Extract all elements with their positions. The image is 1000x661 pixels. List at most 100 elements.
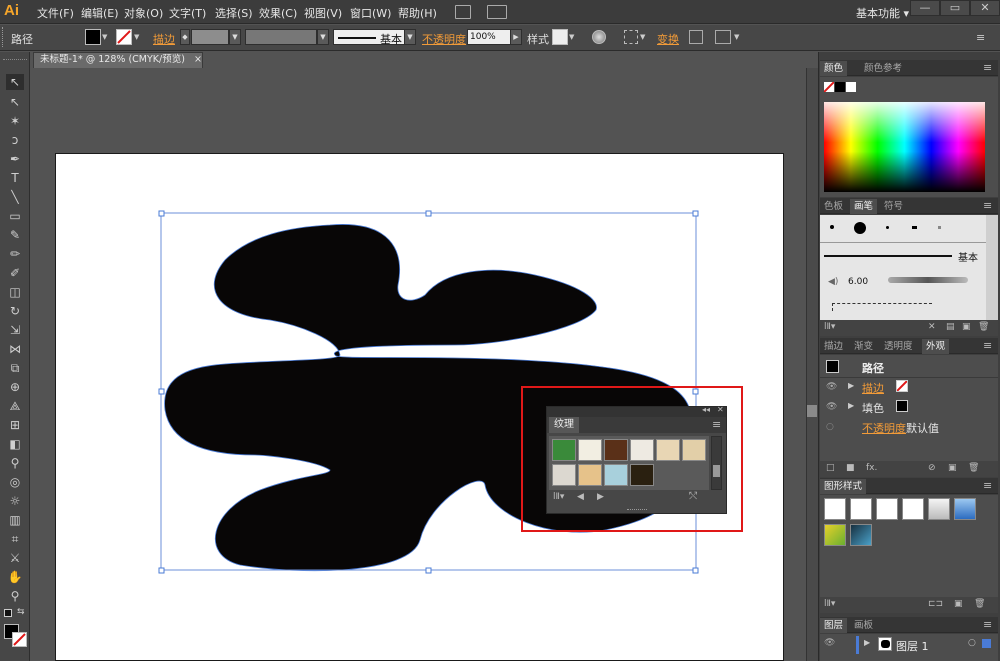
- new-style-icon[interactable]: ▣: [954, 599, 963, 609]
- expand-triangle-icon[interactable]: ▶: [848, 381, 854, 390]
- layers-panel-tabs: 图层 画板 ≡: [820, 617, 998, 633]
- tab-graphic-styles[interactable]: 图形样式: [820, 479, 867, 494]
- delete-icon[interactable]: 🗑: [978, 322, 989, 332]
- graphic-style-none[interactable]: [850, 498, 872, 520]
- bbox-handle[interactable]: [158, 567, 165, 574]
- fill-black-swatch[interactable]: [896, 400, 908, 412]
- graphic-style-blue-glow[interactable]: [954, 498, 976, 520]
- brushes-panel: 基本 ◀) 6.00: [820, 215, 998, 320]
- tab-symbols[interactable]: 符号: [880, 199, 907, 214]
- clear-appearance-icon[interactable]: ⊘: [928, 463, 936, 473]
- panel-menu-icon[interactable]: ≡: [983, 199, 992, 212]
- bbox-handle[interactable]: [692, 210, 699, 217]
- graphic-styles-footer: lⅡ▾ ⊏⊐ ▣ 🗑: [820, 597, 998, 613]
- tab-color-guide[interactable]: 颜色参考: [860, 61, 906, 76]
- color-spectrum[interactable]: [824, 102, 985, 192]
- none-slash-icon: [896, 380, 908, 392]
- panel-menu-icon[interactable]: ≡: [983, 479, 992, 492]
- target-circle-icon[interactable]: ○: [968, 638, 976, 648]
- graphic-style-shadow[interactable]: [928, 498, 950, 520]
- delete-icon[interactable]: 🗑: [968, 463, 979, 473]
- layer-thumbnail-shape: [881, 640, 890, 648]
- graphic-style-teal[interactable]: [850, 524, 872, 546]
- brush-dot-large[interactable]: [854, 222, 866, 234]
- appearance-footer: □ ■ fx. ⊘ ▣ 🗑: [820, 461, 998, 477]
- eye-icon[interactable]: 👁: [824, 638, 835, 648]
- selection-indicator[interactable]: [982, 639, 991, 648]
- appearance-opacity-link[interactable]: 不透明度: [862, 420, 906, 436]
- bbox-handle[interactable]: [425, 567, 432, 574]
- graphic-style-yellow-green[interactable]: [824, 524, 846, 546]
- bbox-handle[interactable]: [692, 567, 699, 574]
- panel-menu-icon[interactable]: ≡: [983, 618, 992, 631]
- black-swatch[interactable]: [835, 82, 845, 92]
- new-brush-icon[interactable]: ▣: [962, 322, 971, 332]
- add-fill-icon[interactable]: ■: [846, 463, 855, 473]
- vertical-scrollbar[interactable]: [806, 68, 818, 661]
- panel-menu-icon[interactable]: ≡: [983, 61, 992, 74]
- eye-icon[interactable]: ○: [826, 422, 834, 432]
- basic-brush-label: 基本: [958, 253, 978, 264]
- highlight-annotation: [521, 386, 743, 532]
- tab-appearance[interactable]: 外观: [922, 339, 950, 354]
- expand-triangle-icon[interactable]: ▶: [864, 638, 870, 647]
- tab-color[interactable]: 颜色: [820, 61, 848, 76]
- duplicate-icon[interactable]: ▣: [948, 463, 957, 473]
- eye-icon[interactable]: 👁: [826, 402, 837, 412]
- brushes-scrollbar[interactable]: [986, 215, 998, 320]
- break-link-icon[interactable]: ⊏⊐: [928, 599, 943, 609]
- tab-gradient[interactable]: 渐变: [850, 339, 877, 354]
- appearance-title: 路径: [862, 362, 884, 375]
- bbox-handle[interactable]: [158, 210, 165, 217]
- delete-icon[interactable]: 🗑: [974, 599, 985, 609]
- minimize-button[interactable]: —: [910, 0, 940, 16]
- brush-panel-tabs: 色板 画笔 符号 ≡: [820, 198, 998, 214]
- panel-menu-icon[interactable]: ≡: [983, 339, 992, 352]
- tab-layers[interactable]: 图层: [820, 618, 848, 633]
- brush-dot-grey[interactable]: [938, 226, 941, 229]
- appearance-stroke-link[interactable]: 描边: [862, 380, 884, 396]
- tab-stroke[interactable]: 描边: [820, 339, 847, 354]
- add-effect-icon[interactable]: fx.: [866, 463, 877, 473]
- tab-artboards[interactable]: 画板: [850, 618, 877, 633]
- graphic-style-white[interactable]: [876, 498, 898, 520]
- brush-dot-tiny[interactable]: [886, 226, 889, 229]
- graphic-styles-tabs: 图形样式 ≡: [820, 478, 998, 494]
- tab-brushes[interactable]: 画笔: [850, 199, 878, 214]
- library-menu-icon[interactable]: lⅡ▾: [824, 599, 835, 609]
- eye-icon[interactable]: 👁: [826, 382, 837, 392]
- white-swatch[interactable]: [846, 82, 856, 92]
- panel-menu-icon[interactable]: ≡: [976, 31, 985, 44]
- options-icon[interactable]: ▤: [946, 322, 955, 332]
- remove-stroke-icon[interactable]: ✕: [928, 322, 936, 332]
- scrollbar-thumb[interactable]: [807, 405, 817, 417]
- graphic-style-default[interactable]: [824, 498, 846, 520]
- appearance-opacity-value: 默认值: [906, 422, 939, 435]
- appearance-fill-label[interactable]: 填色: [862, 400, 884, 416]
- tab-transparency[interactable]: 透明度: [880, 339, 917, 354]
- tab-swatches[interactable]: 色板: [820, 199, 847, 214]
- artwork-layer: [158, 210, 699, 574]
- none-swatch[interactable]: [823, 81, 835, 93]
- brush-dot-small[interactable]: [830, 225, 834, 229]
- workspace-switcher[interactable]: 基本功能 ▾: [856, 5, 909, 21]
- expand-triangle-icon[interactable]: ▶: [848, 401, 854, 410]
- charcoal-brush-stroke[interactable]: [888, 277, 968, 283]
- path-thumbnail: [826, 360, 839, 373]
- layer-color-bar: [856, 636, 859, 654]
- stroke-none-swatch[interactable]: [896, 380, 908, 392]
- pattern-brush-stroke[interactable]: [832, 303, 932, 311]
- color-panel: [820, 77, 998, 197]
- bbox-handle[interactable]: [158, 388, 165, 395]
- graphic-style-outline[interactable]: [902, 498, 924, 520]
- basic-brush-stroke[interactable]: [824, 255, 952, 257]
- brush-calligraphic[interactable]: [912, 226, 917, 229]
- layers-panel: 👁 ▶ 图层 1 ○: [820, 634, 998, 661]
- layer-name[interactable]: 图层 1: [896, 638, 929, 654]
- close-window-button[interactable]: ✕: [970, 0, 1000, 16]
- add-stroke-icon[interactable]: □: [826, 463, 835, 473]
- none-slash-icon: [823, 81, 835, 93]
- restore-button[interactable]: ▭: [940, 0, 970, 16]
- library-menu-icon[interactable]: lⅡ▾: [824, 322, 835, 332]
- bbox-handle[interactable]: [425, 210, 432, 217]
